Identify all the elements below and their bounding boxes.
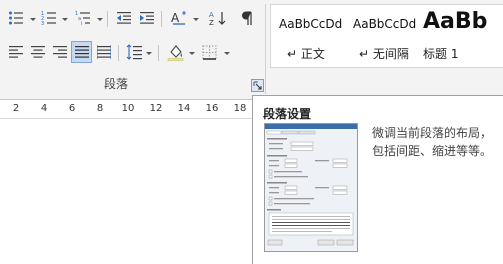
paragraph-group-label: 段落 <box>104 77 129 91</box>
show-marks-button[interactable] <box>236 8 258 28</box>
chinese-layout-icon: A <box>171 11 186 25</box>
style-name: 标题 1 <box>423 47 459 61</box>
separator <box>107 11 108 27</box>
svg-text:A: A <box>171 11 180 25</box>
ruler-tick: 2 <box>12 103 20 114</box>
style-name: ↵ 无间隔 <box>359 47 409 61</box>
decrease-indent-icon <box>117 12 131 24</box>
paragraph-dialog-preview <box>264 123 358 252</box>
line-spacing-dropdown-icon[interactable] <box>146 52 152 55</box>
align-left-button[interactable] <box>5 42 26 62</box>
multilevel-list-icon: 1 a i <box>75 11 90 26</box>
chinese-layout-dropdown-icon[interactable] <box>193 18 199 21</box>
dialog-launcher-icon <box>253 81 262 90</box>
ruler-tick: 16 <box>205 103 219 114</box>
bullets-dropdown-icon[interactable] <box>30 18 36 21</box>
increase-indent-button[interactable] <box>136 8 158 28</box>
style-normal[interactable]: AaBbCcDd ↵ 正文 <box>279 5 351 67</box>
multilevel-list-button[interactable]: 1 a i <box>70 8 96 28</box>
justify-icon <box>74 46 89 58</box>
ruler-tick: 10 <box>121 103 135 114</box>
borders-dropdown-icon[interactable] <box>224 52 230 55</box>
ruler-tick: 18 <box>233 103 247 114</box>
horizontal-ruler[interactable]: 2 4 6 8 10 12 14 16 18 <box>0 100 252 119</box>
style-preview: AaBbCcDd <box>353 17 417 31</box>
document-area[interactable] <box>0 119 252 264</box>
bullets-button[interactable] <box>3 8 29 28</box>
ruler-tick: 6 <box>68 103 76 114</box>
style-name: ↵ 正文 <box>287 47 325 61</box>
sort-icon: A Z <box>209 11 226 26</box>
ruler-tick: 12 <box>149 103 163 114</box>
distributed-icon <box>96 45 111 59</box>
numbering-dropdown-icon[interactable] <box>62 18 68 21</box>
tooltip-description: 微调当前段落的布局，包括间距、缩进等等。 <box>372 126 493 158</box>
sort-button[interactable]: A Z <box>206 8 230 28</box>
justify-button[interactable] <box>71 41 92 63</box>
style-heading-1[interactable]: AaBb 标题 1 <box>423 5 503 67</box>
numbering-button[interactable]: 1 2 3 <box>37 8 61 28</box>
separator <box>118 45 119 61</box>
svg-text:Z: Z <box>209 19 214 26</box>
separator <box>158 45 159 61</box>
multilevel-list-dropdown-icon[interactable] <box>97 18 103 21</box>
align-left-icon <box>8 46 23 58</box>
ruler-tick: 14 <box>177 103 191 114</box>
ribbon: 1 2 3 1 a i A A Z 段落 AaBbCcDd ↵ 正文 AaBbC… <box>0 0 503 100</box>
increase-indent-icon <box>140 12 154 24</box>
decrease-indent-button[interactable] <box>113 8 135 28</box>
bullets-icon <box>9 11 23 25</box>
style-preview: AaBbCcDd <box>279 17 343 31</box>
ruler-tick: 8 <box>96 103 104 114</box>
shading-button[interactable] <box>164 42 188 62</box>
svg-text:i: i <box>81 21 82 26</box>
shading-icon <box>167 45 184 61</box>
paragraph-settings-launcher[interactable] <box>251 79 264 92</box>
borders-icon <box>202 45 216 60</box>
distributed-button[interactable] <box>93 42 114 62</box>
separator <box>161 11 162 27</box>
shading-dropdown-icon[interactable] <box>189 52 195 55</box>
chinese-layout-button[interactable]: A <box>166 8 192 28</box>
svg-text:3: 3 <box>41 21 44 26</box>
center-button[interactable] <box>27 42 48 62</box>
svg-text:A: A <box>209 11 214 19</box>
tooltip-title: 段落设置 <box>263 107 312 121</box>
style-preview: AaBb <box>423 9 488 34</box>
align-right-button[interactable] <box>49 42 70 62</box>
line-spacing-button[interactable] <box>123 42 145 62</box>
paragraph-settings-tooltip: 段落设置 微调当前段落的布局，包括间距、缩进等等。 <box>252 95 503 264</box>
line-spacing-icon <box>126 44 142 60</box>
group-divider <box>265 4 266 94</box>
center-icon <box>30 46 45 58</box>
style-no-spacing[interactable]: AaBbCcDd ↵ 无间隔 <box>353 5 423 67</box>
pilcrow-icon <box>242 11 252 25</box>
borders-button[interactable] <box>198 42 220 62</box>
ruler-tick: 4 <box>40 103 48 114</box>
styles-gallery: AaBbCcDd ↵ 正文 AaBbCcDd ↵ 无间隔 AaBb 标题 1 <box>270 4 503 68</box>
numbering-icon: 1 2 3 <box>41 11 56 26</box>
align-right-icon <box>52 46 67 58</box>
